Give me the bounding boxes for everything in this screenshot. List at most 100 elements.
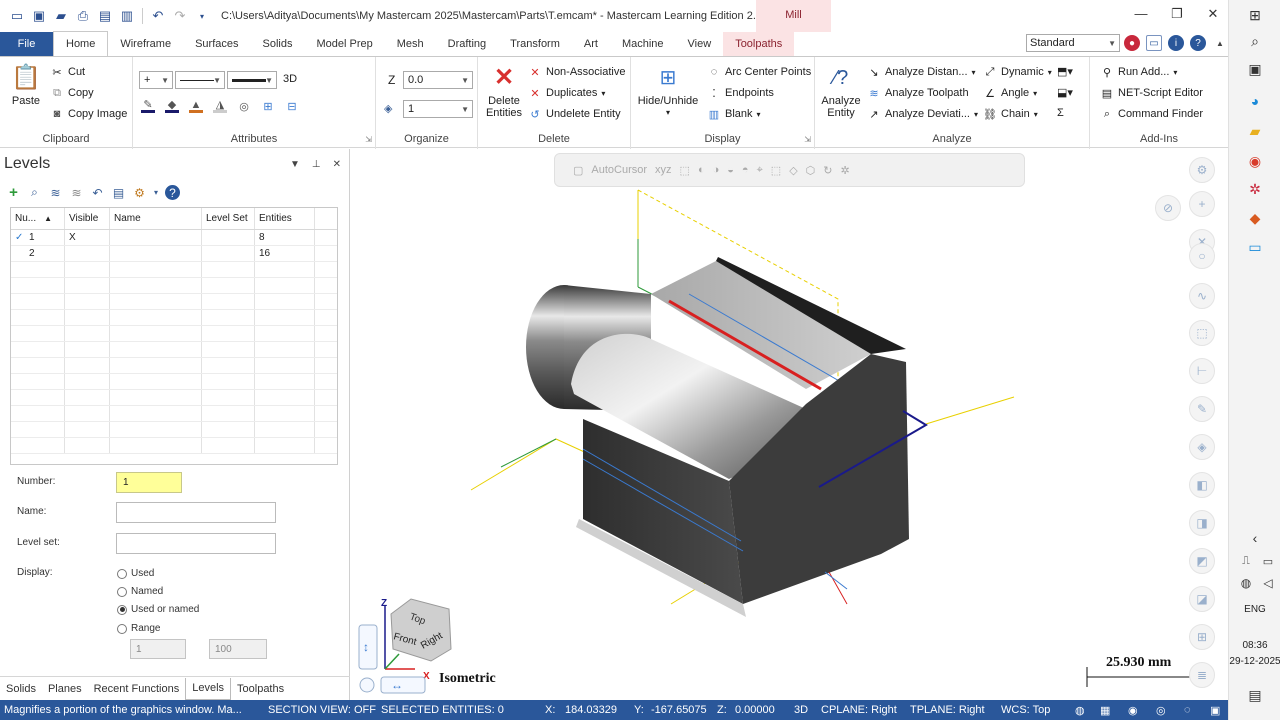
globe-icon[interactable]: ◎ [237,99,251,113]
globe-icon[interactable]: ◍ [1237,574,1255,592]
globe-icon[interactable]: ◍ [1075,704,1085,717]
visible-cell[interactable] [65,246,110,261]
tab-art[interactable]: Art [572,32,610,56]
verify-selection-icon[interactable]: ◇ [789,164,797,177]
tab-view[interactable]: View [676,32,724,56]
table-row[interactable]: ✓ 1 X 8 [11,230,337,246]
tab-toolpaths[interactable]: Toolpaths [723,32,795,56]
part-model[interactable]: Z X Top Front Right ↕ ↔ [351,149,1228,700]
gear-icon[interactable]: ⚙ [132,185,147,200]
color-select-icon[interactable]: ◩ [1189,548,1215,574]
non-associative-button[interactable]: ✕ Non-Associative [528,65,625,79]
z-depth-input[interactable]: 0.0 ▼ [403,71,473,89]
chrome-icon[interactable]: ◉ [1246,152,1264,170]
cplane-status[interactable]: CPLANE: Right [821,704,897,716]
graphics-viewport[interactable]: Z X Top Front Right ↕ ↔ ▢ AutoCursor xyz… [351,149,1228,700]
volume-icon[interactable]: ◁ [1259,574,1277,592]
add-level-icon[interactable]: + [6,184,21,201]
cut-button[interactable]: ✂ Cut [50,65,85,79]
cube-select-icon[interactable]: ◈ [1189,434,1215,460]
select-chain-icon[interactable]: ⬚ [680,164,690,177]
delete-entities-button[interactable]: ✕ Delete Entities [484,63,524,120]
lock-icon[interactable]: ▢ [573,164,583,177]
dynamic-button[interactable]: ⤢ Dynamic ▾ [983,65,1052,79]
clear-colors-icon[interactable]: ⊟ [285,99,299,113]
line-width-select[interactable]: ▼ [227,71,277,89]
select-cursor-icon[interactable]: ⌖ [757,164,763,177]
y-coord-value[interactable]: -167.65075 [651,704,707,716]
surface-select-icon[interactable]: ⬚ [1189,320,1215,346]
feedback-icon[interactable]: ▭ [1146,35,1162,51]
tab-levels-manager[interactable]: Levels [185,677,232,700]
analyze-extra-icon-1[interactable]: ⬒▾ [1057,65,1073,78]
edge-browser-icon[interactable]: ◕ [1246,92,1264,110]
ribbon-collapse-icon[interactable]: ▲ [1212,35,1228,51]
new-file-icon[interactable]: ▭ [8,7,26,25]
autocursor-button[interactable]: AutoCursor [591,164,647,176]
help-icon[interactable]: ? [165,185,180,200]
chain-button[interactable]: ⛓ Chain ▾ [983,107,1038,121]
help-icon[interactable]: ? [1190,35,1206,51]
save-as-icon[interactable]: ▤ [96,7,114,25]
info-icon[interactable]: i [1168,35,1184,51]
wireframe-mode-icon[interactable]: ◎ [1156,704,1166,717]
line-style-select[interactable]: ▼ [175,71,225,89]
copy-image-button[interactable]: ◙ Copy Image [50,107,128,121]
battery-icon[interactable]: ▭ [1259,552,1277,570]
selected-entities-status[interactable]: SELECTED ENTITIES: 0 [381,704,504,716]
tplane-status[interactable]: TPLANE: Right [910,704,985,716]
h-dimension-icon[interactable]: ⊢ [1189,358,1215,384]
task-view-icon[interactable]: ▣ [1246,60,1264,78]
xyz-icon[interactable]: xyz [655,164,672,176]
language-indicator[interactable]: ENG [1229,604,1280,615]
radio-named[interactable]: Named [117,586,163,597]
level-select-icon[interactable]: ◪ [1189,586,1215,612]
search-icon[interactable]: ⌕ [27,185,42,200]
rotate-view-button[interactable] [359,677,375,693]
undelete-entity-button[interactable]: ↺ Undelete Entity [528,107,620,121]
redo-icon[interactable]: ↷ [171,7,189,25]
chat-icon[interactable]: ▭ [1246,238,1264,256]
range-to-input[interactable]: 100 [209,639,267,659]
save-icon[interactable]: ▣ [30,7,48,25]
range-from-input[interactable]: 1 [130,639,186,659]
hide-unhide-button[interactable]: ⊞ Hide/Unhide ▾ [637,63,699,119]
translucency-icon[interactable]: ◌ [1184,704,1191,716]
mode-toggle[interactable]: 3D [794,704,808,716]
plus-icon[interactable]: + [1189,191,1215,217]
sum-icon[interactable]: Σ [1057,107,1064,119]
column-name[interactable]: Name [110,208,202,229]
gear-icon[interactable]: ⚙ [1189,157,1215,183]
notification-icon[interactable]: ▤ [1246,686,1264,704]
angle-button[interactable]: ∠ Angle ▾ [983,86,1037,100]
analyze-extra-icon-2[interactable]: ⬓▾ [1057,86,1073,99]
curve-select-icon[interactable]: ∿ [1189,283,1215,309]
unselect-all-icon[interactable]: ✲ [840,164,849,177]
tab-home[interactable]: Home [53,31,109,56]
table-row[interactable]: 2 16 [11,246,337,262]
tab-wireframe[interactable]: Wireframe [108,32,183,56]
column-entities[interactable]: Entities [255,208,315,229]
select-vector-icon[interactable]: ◒ [727,164,734,176]
select-window-icon[interactable]: ◐ [698,164,705,176]
tab-mesh[interactable]: Mesh [385,32,436,56]
tab-planes-manager[interactable]: Planes [42,678,88,700]
endpoints-button[interactable]: ⁚ Endpoints [707,86,774,100]
undo-level-icon[interactable]: ↶ [90,185,105,200]
tab-drafting[interactable]: Drafting [436,32,499,56]
analyze-deviation-button[interactable]: ↗ Analyze Deviati... ▾ [867,107,978,121]
dialog-launcher-icon[interactable]: ⇲ [365,135,372,144]
chevron-down-icon[interactable]: ▾ [153,185,159,200]
horizontal-nav-arrow[interactable] [380,676,426,694]
body-select-icon[interactable]: ◨ [1189,510,1215,536]
analyze-toolpath-button[interactable]: ≋ Analyze Toolpath [867,86,968,100]
close-icon[interactable]: ✕ [333,159,341,170]
qat-dropdown-icon[interactable]: ▾ [193,7,211,25]
wireframe-color-icon[interactable]: ✎ [141,99,155,113]
network-icon[interactable]: ⎍ [1237,552,1255,570]
shading-icon[interactable]: ◉ [1128,704,1138,717]
tab-recent-functions[interactable]: Recent Functions [88,678,186,700]
pin-icon[interactable]: ⊥ [312,159,321,170]
tab-machine[interactable]: Machine [610,32,676,56]
display-mode-icon[interactable]: ▣ [1210,704,1220,717]
